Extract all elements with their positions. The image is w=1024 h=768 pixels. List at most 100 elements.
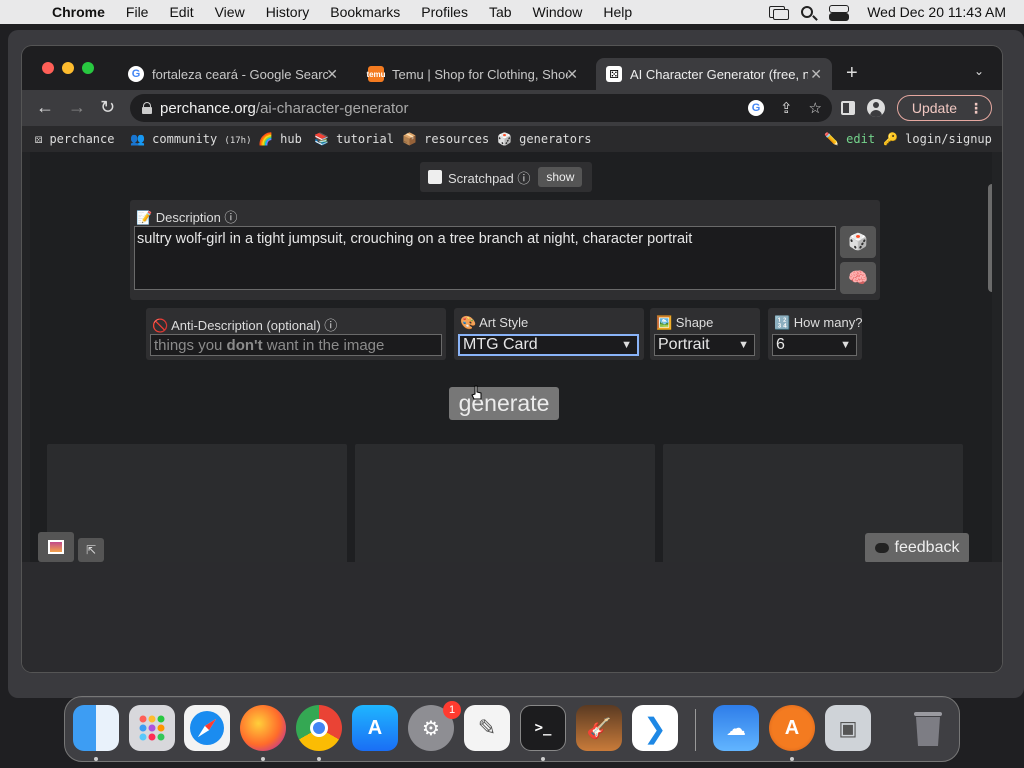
feedback-button[interactable]: feedback: [865, 533, 969, 562]
nav-perchance-link[interactable]: ⚄ perchance: [35, 132, 114, 146]
description-textarea[interactable]: sultry wolf-girl in a tight jumpsuit, cr…: [134, 226, 836, 290]
web-page: ⚄ perchance 👥 community (17h) 🌈 hub 📚 tu…: [22, 126, 1002, 672]
preview-icon[interactable]: ▣: [825, 705, 871, 751]
vscode-glyph: ❯: [643, 712, 667, 744]
nav-generators-link[interactable]: 🎲 generators: [497, 132, 591, 146]
how-many-value: 6: [776, 336, 785, 353]
tab-google-search[interactable]: G fortaleza ceará - Google Search ✕: [118, 58, 348, 90]
how-many-panel: 🔢 How many? 6 ▼: [768, 308, 862, 360]
alfred-icon[interactable]: A: [769, 705, 815, 751]
bookmark-star-icon[interactable]: ☆: [809, 99, 822, 117]
page-scrollbar[interactable]: [988, 184, 992, 292]
how-many-select[interactable]: 6 ▼: [772, 334, 857, 356]
weather-icon[interactable]: ☁: [713, 705, 759, 751]
generate-button[interactable]: generate: [449, 387, 559, 420]
tab-strip: G fortaleza ceará - Google Search ✕ temu…: [22, 46, 1002, 90]
nav-hub-link[interactable]: 🌈 hub: [258, 132, 302, 146]
menu-help[interactable]: Help: [603, 4, 632, 20]
profile-avatar-icon[interactable]: [866, 99, 885, 117]
vscode-icon[interactable]: ❯: [632, 705, 678, 751]
forward-button[interactable]: →: [68, 97, 86, 118]
nav-tutorial-link[interactable]: 📚 tutorial: [314, 132, 394, 146]
close-window-button[interactable]: [42, 62, 54, 74]
minimize-window-button[interactable]: [62, 62, 74, 74]
notepad-icon: [428, 170, 442, 184]
menu-tab[interactable]: Tab: [489, 4, 512, 20]
nav-login-link[interactable]: 🔑 login/signup: [883, 132, 992, 146]
menu-clock[interactable]: Wed Dec 20 11:43 AM: [867, 4, 1006, 20]
art-style-select[interactable]: MTG Card ▼: [458, 334, 639, 356]
scratchpad-bar: Scratchpad ⓘ show: [420, 162, 592, 192]
menu-bookmarks[interactable]: Bookmarks: [330, 4, 400, 20]
nav-community-link[interactable]: 👥 community (17h): [130, 132, 252, 146]
tab-search-chevron-icon[interactable]: ⌄: [974, 64, 984, 78]
feedback-label: feedback: [894, 539, 960, 556]
anti-description-placeholder: things you don't want in the image: [154, 337, 384, 354]
close-tab-icon[interactable]: ✕: [326, 66, 338, 83]
placeholder-emphasis: don't: [226, 336, 263, 354]
scratchpad-show-button[interactable]: show: [538, 167, 583, 187]
app-store-icon[interactable]: A: [352, 705, 398, 751]
spotlight-search-icon[interactable]: [801, 6, 814, 18]
community-label: 👥 community: [130, 132, 218, 146]
trash-icon[interactable]: [905, 705, 951, 751]
macos-menu-bar: Chrome File Edit View History Bookmarks …: [0, 0, 1024, 24]
lock-icon[interactable]: [142, 102, 152, 114]
tab-title: AI Character Generator (free, no: [630, 66, 808, 82]
menu-view[interactable]: View: [215, 4, 245, 20]
brain-suggest-button[interactable]: 🧠: [840, 262, 876, 294]
menu-file[interactable]: File: [126, 4, 149, 20]
new-tab-button[interactable]: +: [846, 62, 858, 85]
screen-mirroring-icon[interactable]: [769, 6, 790, 20]
gallery-button[interactable]: [38, 532, 74, 562]
side-panel-icon[interactable]: [840, 101, 855, 115]
address-bar[interactable]: perchance.org/ai-character-generator G ⇪…: [130, 94, 832, 122]
shape-select[interactable]: Portrait ▼: [654, 334, 755, 356]
reload-button[interactable]: ↻: [100, 97, 115, 118]
google-lens-icon[interactable]: G: [747, 100, 764, 116]
art-style-value: MTG Card: [463, 336, 538, 353]
zoom-window-button[interactable]: [82, 62, 94, 74]
shape-value: Portrait: [658, 336, 710, 353]
chrome-icon[interactable]: [296, 705, 342, 751]
running-indicator: [317, 757, 321, 761]
close-tab-icon[interactable]: ✕: [566, 66, 578, 83]
anti-description-input[interactable]: things you don't want in the image: [150, 334, 442, 356]
random-dice-button[interactable]: 🎲: [840, 226, 876, 258]
expand-arrow-icon: ⇱: [85, 543, 97, 557]
textedit-icon[interactable]: ✎: [464, 705, 510, 751]
back-button[interactable]: ←: [36, 97, 54, 118]
safari-icon[interactable]: [184, 705, 230, 751]
chrome-window: G fortaleza ceará - Google Search ✕ temu…: [22, 46, 1002, 672]
placeholder-part: want in the image: [262, 336, 385, 354]
close-tab-icon[interactable]: ✕: [810, 66, 822, 83]
google-icon: G: [128, 66, 144, 82]
macos-dock: A ⚙ 1 ✎ >_ 🎸 ❯ ☁ A ▣: [64, 696, 960, 762]
kebab-menu-icon[interactable]: ⋮: [969, 100, 983, 117]
control-center-icon[interactable]: [829, 5, 850, 21]
launchpad-icon[interactable]: [129, 705, 175, 751]
running-indicator: [261, 757, 265, 761]
update-label: Update: [911, 100, 957, 116]
community-count: (17h): [224, 136, 252, 146]
share-icon[interactable]: ⇪: [780, 99, 793, 117]
nav-edit-link[interactable]: ✏️ edit: [824, 132, 875, 146]
expand-button[interactable]: ⇱: [78, 538, 104, 562]
trash-can: [914, 712, 942, 746]
tab-ai-character-generator[interactable]: ⚄ AI Character Generator (free, no ✕: [596, 58, 832, 90]
image-result-slot[interactable]: [355, 444, 655, 562]
menu-window[interactable]: Window: [533, 4, 583, 20]
update-button[interactable]: Update ⋮: [896, 95, 992, 121]
menu-profiles[interactable]: Profiles: [421, 4, 468, 20]
menu-history[interactable]: History: [266, 4, 310, 20]
menu-app-name[interactable]: Chrome: [52, 4, 105, 20]
finder-icon[interactable]: [73, 705, 119, 751]
firefox-icon[interactable]: [240, 705, 286, 751]
picture-icon: [48, 540, 64, 554]
menu-edit[interactable]: Edit: [169, 4, 193, 20]
dock-separator: [695, 709, 696, 751]
nav-resources-link[interactable]: 📦 resources: [402, 132, 489, 146]
tab-temu[interactable]: temu Temu | Shop for Clothing, Shoes ✕: [358, 58, 588, 90]
garageband-icon[interactable]: 🎸: [576, 705, 622, 751]
terminal-icon[interactable]: >_: [520, 705, 566, 751]
